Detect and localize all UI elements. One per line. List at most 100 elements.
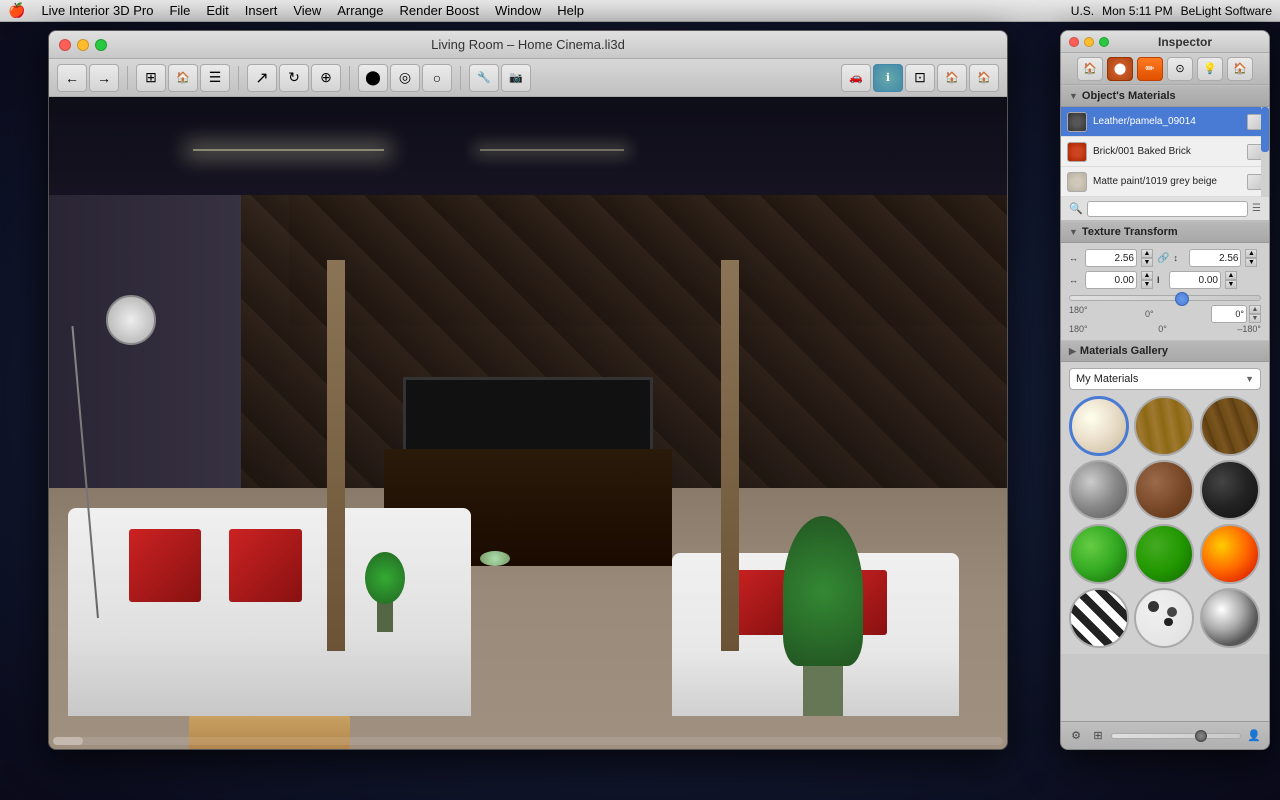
rotation-slider[interactable] [1069, 295, 1261, 301]
material-item-paint[interactable]: Matte paint/1019 grey beige [1061, 167, 1269, 197]
inspector-zoom[interactable] [1099, 37, 1109, 47]
render-dot-button[interactable]: ⬤ [358, 64, 388, 92]
materials-scrollbar[interactable] [1261, 107, 1269, 197]
viewport-3d[interactable] [49, 97, 1007, 749]
width-up[interactable]: ▲ [1141, 249, 1153, 258]
menu-insert[interactable]: Insert [245, 3, 278, 18]
offset-x-down[interactable]: ▼ [1141, 280, 1153, 289]
apple-menu[interactable]: 🍎 [8, 2, 25, 19]
zoom-slider[interactable] [1111, 733, 1241, 739]
cushion-1 [129, 529, 201, 602]
gallery-item-zebra[interactable] [1069, 588, 1129, 648]
inspector-tab-material[interactable]: ⬤ [1107, 57, 1133, 81]
pan-button[interactable]: ⊕ [311, 64, 341, 92]
menu-edit[interactable]: Edit [206, 3, 228, 18]
width-stepper[interactable]: ▲ ▼ [1141, 249, 1153, 267]
menu-render[interactable]: Render Boost [400, 3, 480, 18]
inspector-tab-scene[interactable]: 🏠 [1227, 57, 1253, 81]
select-button[interactable]: ↗ [247, 64, 277, 92]
inspector-minimize[interactable] [1084, 37, 1094, 47]
inspector-tab-settings[interactable]: ⊙ [1167, 57, 1193, 81]
rotation-up[interactable]: ▲ [1249, 305, 1261, 314]
material-thumb-brick [1067, 142, 1087, 162]
offset-y-stepper[interactable]: ▲ ▼ [1225, 271, 1237, 289]
ceiling-light-1 [193, 149, 385, 151]
forward-button[interactable]: → [89, 64, 119, 92]
print-button[interactable]: 🏠 [168, 64, 198, 92]
grid-icon[interactable]: ⊞ [1089, 727, 1107, 745]
rotation-stepper[interactable]: ▲ ▼ [1249, 305, 1261, 323]
width-down[interactable]: ▼ [1141, 258, 1153, 267]
inspector-tab-home[interactable]: 🏠 [1077, 57, 1103, 81]
menu-app[interactable]: Live Interior 3D Pro [41, 3, 153, 18]
material-thumb-paint [1067, 172, 1087, 192]
gallery-item-green-bright[interactable] [1069, 524, 1129, 584]
menu-arrange[interactable]: Arrange [337, 3, 383, 18]
inspector-title-label: Inspector [1109, 35, 1261, 49]
gallery-item-spots[interactable] [1134, 588, 1194, 648]
view-mode1[interactable]: ⊡ [905, 64, 935, 92]
back-button[interactable]: ← [57, 64, 87, 92]
offset-x-input[interactable]: 0.00 [1085, 271, 1137, 289]
gallery-item-metal[interactable] [1069, 460, 1129, 520]
view3-button[interactable]: ☰ [200, 64, 230, 92]
height-input[interactable]: 2.56 [1189, 249, 1241, 267]
offset-x-up[interactable]: ▲ [1141, 271, 1153, 280]
gallery-item-wood-light[interactable] [1134, 396, 1194, 456]
menu-view[interactable]: View [293, 3, 321, 18]
gallery-item-brown[interactable] [1134, 460, 1194, 520]
menu-help[interactable]: Help [557, 3, 584, 18]
material-item-leather[interactable]: Leather/pamela_09014 [1061, 107, 1269, 137]
texture-toggle-icon[interactable]: ▼ [1069, 227, 1078, 237]
car-button[interactable]: 🚗 [841, 64, 871, 92]
material-item-brick[interactable]: Brick/001 Baked Brick [1061, 137, 1269, 167]
offset-x-stepper[interactable]: ▲ ▼ [1141, 271, 1153, 289]
settings-icon[interactable]: ⚙ [1067, 727, 1085, 745]
toggle-icon[interactable]: ▼ [1069, 91, 1078, 101]
floorplan-button[interactable]: ⊞ [136, 64, 166, 92]
main-titlebar: Living Room – Home Cinema.li3d [49, 31, 1007, 59]
render-circle-button[interactable]: ◎ [390, 64, 420, 92]
offset-y-input[interactable]: 0.00 [1169, 271, 1221, 289]
rotation-down[interactable]: ▼ [1249, 314, 1261, 323]
menu-window[interactable]: Window [495, 3, 541, 18]
gallery-item-wood-dark[interactable] [1200, 396, 1260, 456]
rotation-thumb[interactable] [1175, 292, 1189, 306]
menu-file[interactable]: File [169, 3, 190, 18]
person-icon[interactable]: 👤 [1245, 727, 1263, 745]
list-icon[interactable]: ☰ [1252, 203, 1261, 214]
inspector-tab-light[interactable]: 💡 [1197, 57, 1223, 81]
camera-button[interactable]: 📷 [501, 64, 531, 92]
inspector-close[interactable] [1069, 37, 1079, 47]
info-button[interactable]: ℹ [873, 64, 903, 92]
gallery-item-chrome[interactable] [1200, 588, 1260, 648]
objects-materials-header: ▼ Object's Materials [1061, 85, 1269, 107]
view-mode3[interactable]: 🏠 [969, 64, 999, 92]
offset-y-up[interactable]: ▲ [1225, 271, 1237, 280]
view-buttons: ⊞ 🏠 ☰ [136, 64, 230, 92]
orbit-button[interactable]: ↻ [279, 64, 309, 92]
offset-y-down[interactable]: ▼ [1225, 280, 1237, 289]
rotation-value-input[interactable]: 0° [1211, 305, 1247, 323]
gallery-item-fire[interactable] [1200, 524, 1260, 584]
tools-button[interactable]: 🔧 [469, 64, 499, 92]
height-up[interactable]: ▲ [1245, 249, 1257, 258]
gallery-item-cream[interactable] [1069, 396, 1129, 456]
gallery-item-dark[interactable] [1200, 460, 1260, 520]
minimize-button[interactable] [77, 39, 89, 51]
close-button[interactable] [59, 39, 71, 51]
width-input[interactable]: 2.56 [1085, 249, 1137, 267]
inspector-tab-texture[interactable]: ✏ [1137, 57, 1163, 81]
height-down[interactable]: ▼ [1245, 258, 1257, 267]
scene-canvas[interactable] [49, 97, 1007, 749]
viewport-scrollbar[interactable] [53, 737, 1003, 745]
gallery-item-green-dark[interactable] [1134, 524, 1194, 584]
view-mode2[interactable]: 🏠 [937, 64, 967, 92]
gallery-toggle-icon[interactable]: ▶ [1069, 346, 1076, 357]
render-ring-button[interactable]: ○ [422, 64, 452, 92]
maximize-button[interactable] [95, 39, 107, 51]
height-stepper[interactable]: ▲ ▼ [1245, 249, 1257, 267]
gallery-dropdown[interactable]: My Materials ▼ [1069, 368, 1261, 390]
search-input[interactable] [1087, 201, 1248, 217]
main-toolbar: ← → ⊞ 🏠 ☰ ↗ ↻ ⊕ ⬤ ◎ ○ 🔧 📷 🚗 ℹ ⊡ [49, 59, 1007, 97]
